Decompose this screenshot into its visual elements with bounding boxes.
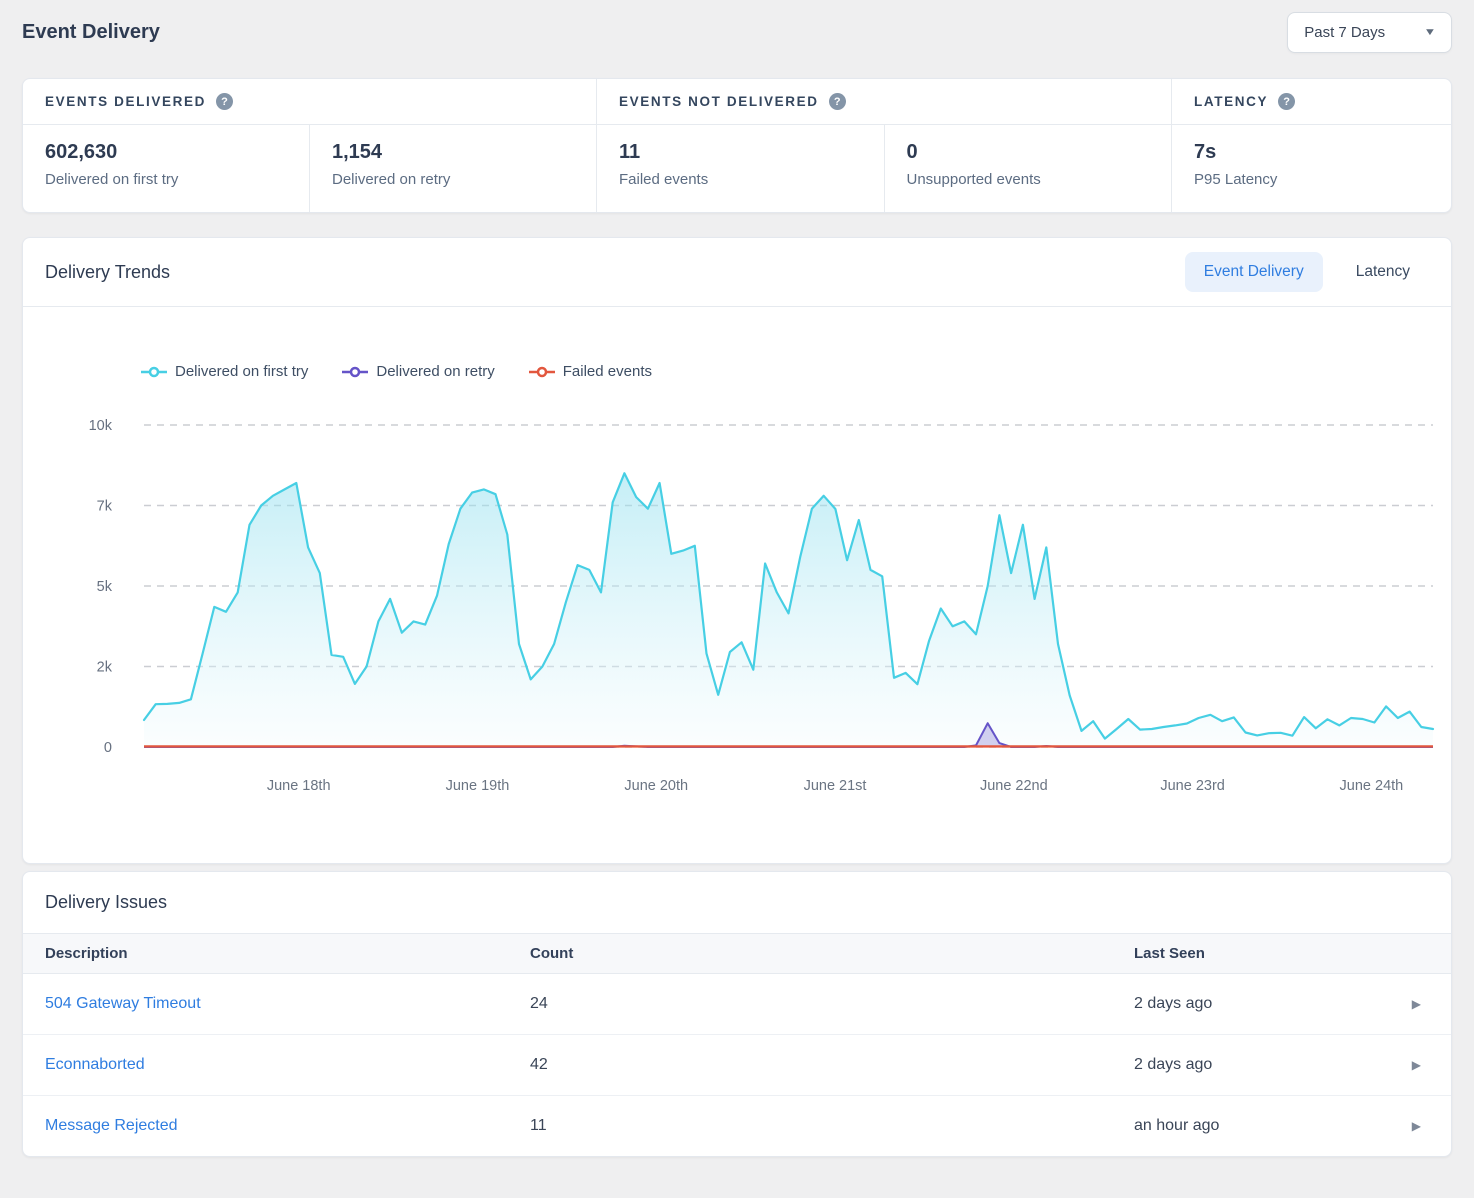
issue-link[interactable]: 504 Gateway Timeout: [45, 995, 201, 1012]
metric-label: P95 Latency: [1194, 171, 1429, 188]
tab-event-delivery[interactable]: Event Delivery: [1185, 252, 1323, 292]
metric-value: 11: [619, 141, 862, 164]
chart-area: Delivered on first try Delivered on retr…: [23, 363, 1451, 863]
metric-label: Unsupported events: [907, 171, 1150, 188]
table-row[interactable]: Message Rejected 11 an hour ago ▶: [23, 1096, 1451, 1157]
trends-tab-group: Event Delivery Latency: [1185, 252, 1429, 292]
y-axis-tick: 10k: [89, 418, 113, 434]
delivery-issues-table: Description Count Last Seen 504 Gateway …: [23, 933, 1451, 1156]
x-axis-label: June 21st: [804, 778, 867, 794]
legend-item-retry: Delivered on retry: [342, 363, 494, 380]
issue-last-seen: 2 days ago: [1112, 1035, 1351, 1096]
delivery-trends-chart: 0 2k 5k 7k 10k June 18th June 19th June 20th Jun…: [23, 392, 1459, 807]
metric-value: 0: [907, 141, 1150, 164]
delivery-issues-title: Delivery Issues: [23, 872, 1451, 933]
x-axis-label: June 18th: [267, 778, 331, 794]
column-header-actions: [1351, 934, 1451, 974]
page-header: Event Delivery Past 7 Days ▼: [22, 8, 1452, 56]
table-row[interactable]: 504 Gateway Timeout 24 2 days ago ▶: [23, 974, 1451, 1035]
stat-group-label: EVENTS DELIVERED: [45, 94, 206, 109]
caret-down-icon: ▼: [1424, 27, 1437, 38]
stat-group-label: EVENTS NOT DELIVERED: [619, 94, 819, 109]
metric-value: 7s: [1194, 141, 1429, 164]
issue-last-seen: 2 days ago: [1112, 974, 1351, 1035]
tab-latency[interactable]: Latency: [1337, 252, 1429, 292]
stat-group-events-not-delivered: EVENTS NOT DELIVERED ? 11 Failed events …: [596, 79, 1171, 212]
y-axis-tick: 7k: [97, 499, 113, 515]
time-range-value: Past 7 Days: [1304, 24, 1385, 41]
delivery-issues-card: Delivery Issues Description Count Last S…: [22, 871, 1452, 1157]
line-marker-icon: [141, 366, 167, 378]
issue-count: 24: [508, 974, 1112, 1035]
y-axis-tick: 5k: [97, 579, 113, 595]
delivery-trends-card: Delivery Trends Event Delivery Latency D…: [22, 237, 1452, 864]
stat-group-label: LATENCY: [1194, 94, 1268, 109]
legend-label: Failed events: [563, 363, 652, 380]
x-axis-label: June 22nd: [980, 778, 1048, 794]
metric-p95-latency: 7s P95 Latency: [1172, 125, 1451, 212]
chevron-right-icon[interactable]: ▶: [1412, 1058, 1421, 1072]
issue-last-seen: an hour ago: [1112, 1096, 1351, 1157]
column-header-count: Count: [508, 934, 1112, 974]
chart-legend: Delivered on first try Delivered on retr…: [141, 363, 1451, 380]
legend-label: Delivered on retry: [376, 363, 494, 380]
metric-delivered-retry: 1,154 Delivered on retry: [309, 125, 596, 212]
chevron-right-icon[interactable]: ▶: [1412, 997, 1421, 1011]
stats-summary-card: EVENTS DELIVERED ? 602,630 Delivered on …: [22, 78, 1452, 213]
legend-item-first-try: Delivered on first try: [141, 363, 308, 380]
metric-value: 602,630: [45, 141, 287, 164]
y-axis-tick: 0: [104, 740, 112, 756]
issue-count: 42: [508, 1035, 1112, 1096]
delivery-trends-title: Delivery Trends: [45, 262, 170, 283]
line-marker-icon: [529, 366, 555, 378]
stat-group-events-delivered: EVENTS DELIVERED ? 602,630 Delivered on …: [23, 79, 596, 212]
column-header-last-seen: Last Seen: [1112, 934, 1351, 974]
metric-label: Delivered on retry: [332, 171, 574, 188]
metric-delivered-first-try: 602,630 Delivered on first try: [23, 125, 309, 212]
x-axis-label: June 24th: [1340, 778, 1404, 794]
x-axis-label: June 20th: [624, 778, 688, 794]
help-icon[interactable]: ?: [1278, 93, 1295, 110]
y-axis-tick: 2k: [97, 660, 113, 676]
metric-value: 1,154: [332, 141, 574, 164]
stat-group-latency: LATENCY ? 7s P95 Latency: [1171, 79, 1451, 212]
legend-label: Delivered on first try: [175, 363, 308, 380]
x-axis-label: June 23rd: [1160, 778, 1225, 794]
issue-link[interactable]: Message Rejected: [45, 1117, 178, 1134]
help-icon[interactable]: ?: [829, 93, 846, 110]
time-range-select[interactable]: Past 7 Days ▼: [1287, 12, 1452, 53]
x-axis-label: June 19th: [446, 778, 510, 794]
metric-unsupported-events: 0 Unsupported events: [884, 125, 1172, 212]
help-icon[interactable]: ?: [216, 93, 233, 110]
table-row[interactable]: Econnaborted 42 2 days ago ▶: [23, 1035, 1451, 1096]
line-marker-icon: [342, 366, 368, 378]
issue-count: 11: [508, 1096, 1112, 1157]
metric-label: Delivered on first try: [45, 171, 287, 188]
column-header-description: Description: [23, 934, 508, 974]
issue-link[interactable]: Econnaborted: [45, 1056, 145, 1073]
legend-item-failed: Failed events: [529, 363, 652, 380]
page-title: Event Delivery: [22, 21, 160, 44]
metric-failed-events: 11 Failed events: [597, 125, 884, 212]
metric-label: Failed events: [619, 171, 862, 188]
chevron-right-icon[interactable]: ▶: [1412, 1119, 1421, 1133]
